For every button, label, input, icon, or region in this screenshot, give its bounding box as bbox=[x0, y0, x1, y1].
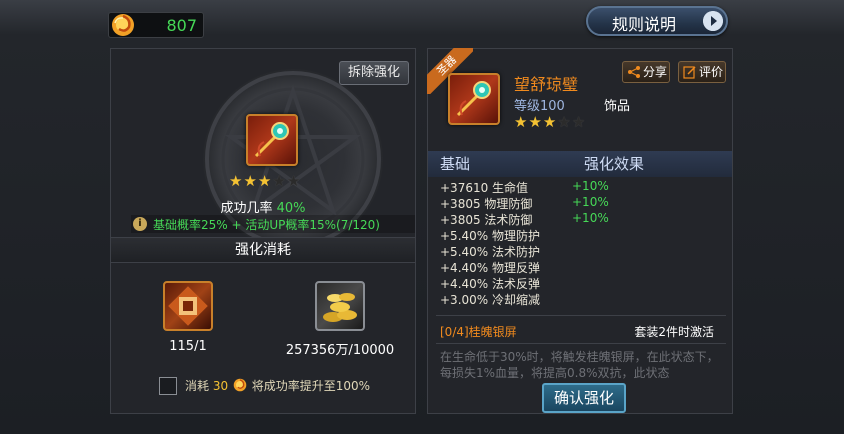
divider bbox=[436, 343, 726, 344]
jade-amulet-icon bbox=[254, 122, 289, 158]
rules-button-label: 规则说明 bbox=[612, 15, 677, 34]
enhance-effect-header: 强化效果 bbox=[584, 155, 645, 173]
share-button[interactable]: 分享 bbox=[622, 61, 670, 83]
rules-button[interactable]: 规则说明 bbox=[586, 6, 728, 36]
stat-row: +4.40% 物理反弹 bbox=[440, 261, 540, 275]
enhance-panel: 拆除强化 ★ ★ ★ ★ ★ 成功几率 40% i 基础概率25% + 活动UP… bbox=[110, 48, 416, 414]
enhance-cost-title: 强化消耗 bbox=[111, 237, 415, 263]
item-type: 饰品 bbox=[604, 99, 631, 114]
enhance-stone-icon bbox=[168, 286, 208, 326]
guarantee-option: 消耗 30 将成功率提升至100% bbox=[185, 377, 370, 394]
set-activation-note: 套装2件时激活 bbox=[634, 325, 714, 339]
stat-row: +5.40% 法术防护 bbox=[440, 245, 540, 259]
success-rate: 成功几率 40% bbox=[111, 197, 415, 216]
stat-row: +3.00% 冷却缩减 bbox=[440, 293, 540, 307]
material-slot-stone[interactable] bbox=[163, 281, 213, 331]
stat-row: +3805 物理防御 bbox=[440, 197, 533, 211]
currency-value: 807 bbox=[166, 16, 197, 35]
consume-prefix: 消耗 bbox=[185, 379, 210, 393]
set-description[interactable]: 在生命低于30%时，将触发桂魄银屏，在此状态下，每损失1%血量，将提高0.8%双… bbox=[440, 349, 724, 379]
currency-display: 807 bbox=[108, 12, 204, 38]
stat-row: +5.40% 物理防护 bbox=[440, 229, 540, 243]
success-rate-value: 40% bbox=[276, 201, 306, 216]
consume-amount: 30 bbox=[212, 379, 229, 393]
item-stars: ★ ★ ★ ★ ★ bbox=[229, 174, 300, 189]
gold-swirl-icon bbox=[112, 14, 134, 36]
divider bbox=[436, 315, 726, 316]
equipment-slot[interactable] bbox=[246, 114, 298, 166]
star-empty-icon: ★ bbox=[286, 172, 301, 190]
set-name: [0/4]桂魄银屏 bbox=[440, 325, 517, 339]
success-rate-label: 成功几率 bbox=[220, 201, 273, 216]
star-filled-icon: ★ bbox=[514, 113, 528, 131]
stat-bonus: +10% bbox=[572, 195, 609, 209]
review-button[interactable]: 评价 bbox=[678, 61, 726, 83]
item-name: 望舒琼璧 bbox=[514, 75, 579, 94]
play-arrow-icon bbox=[703, 11, 723, 31]
guarantee-checkbox[interactable] bbox=[159, 377, 177, 395]
star-filled-icon: ★ bbox=[243, 172, 257, 190]
material-slot-gold[interactable] bbox=[315, 281, 365, 331]
gold-coins-icon bbox=[323, 293, 357, 322]
info-icon[interactable]: i bbox=[133, 217, 147, 231]
edit-icon bbox=[683, 66, 696, 79]
stat-row: +4.40% 法术反弹 bbox=[440, 277, 540, 291]
stat-row: +37610 生命值 bbox=[440, 181, 529, 195]
stat-bonus: +10% bbox=[572, 211, 609, 225]
share-label: 分享 bbox=[643, 65, 668, 79]
item-detail-panel: 圣器 望舒琼璧 等级100 饰品 ★ ★ ★ ★ ★ 分享 评价 基础 强化效果… bbox=[427, 48, 733, 414]
star-filled-icon: ★ bbox=[229, 172, 243, 190]
star-empty-icon: ★ bbox=[557, 113, 571, 131]
stat-row: +3805 法术防御 bbox=[440, 213, 533, 227]
dismantle-enhance-button[interactable]: 拆除强化 bbox=[339, 61, 409, 85]
star-filled-icon: ★ bbox=[528, 113, 542, 131]
probability-breakdown: i 基础概率25% + 活动UP概率15%(7/120) bbox=[131, 215, 415, 233]
item-level: 等级100 bbox=[514, 99, 565, 114]
stats-header: 基础 强化效果 bbox=[428, 151, 732, 177]
base-stats-header: 基础 bbox=[440, 155, 471, 173]
share-icon bbox=[628, 66, 640, 78]
gold-swirl-icon bbox=[233, 378, 247, 392]
consume-suffix: 将成功率提升至100% bbox=[251, 379, 371, 393]
probability-text: 基础概率25% + 活动UP概率15%(7/120) bbox=[153, 218, 380, 232]
confirm-enhance-button[interactable]: 确认强化 bbox=[542, 383, 626, 413]
item-detail-stars: ★ ★ ★ ★ ★ bbox=[514, 115, 585, 130]
review-label: 评价 bbox=[699, 65, 724, 79]
stat-bonus: +10% bbox=[572, 179, 609, 193]
material-count-gold: 257356万/10000 bbox=[285, 343, 395, 358]
jade-amulet-icon bbox=[456, 81, 491, 117]
star-empty-icon: ★ bbox=[272, 172, 286, 190]
material-count-stone: 115/1 bbox=[169, 339, 207, 354]
star-filled-icon: ★ bbox=[542, 113, 557, 131]
item-icon-slot[interactable] bbox=[448, 73, 500, 125]
star-filled-icon: ★ bbox=[257, 172, 272, 190]
star-empty-icon: ★ bbox=[571, 113, 586, 131]
